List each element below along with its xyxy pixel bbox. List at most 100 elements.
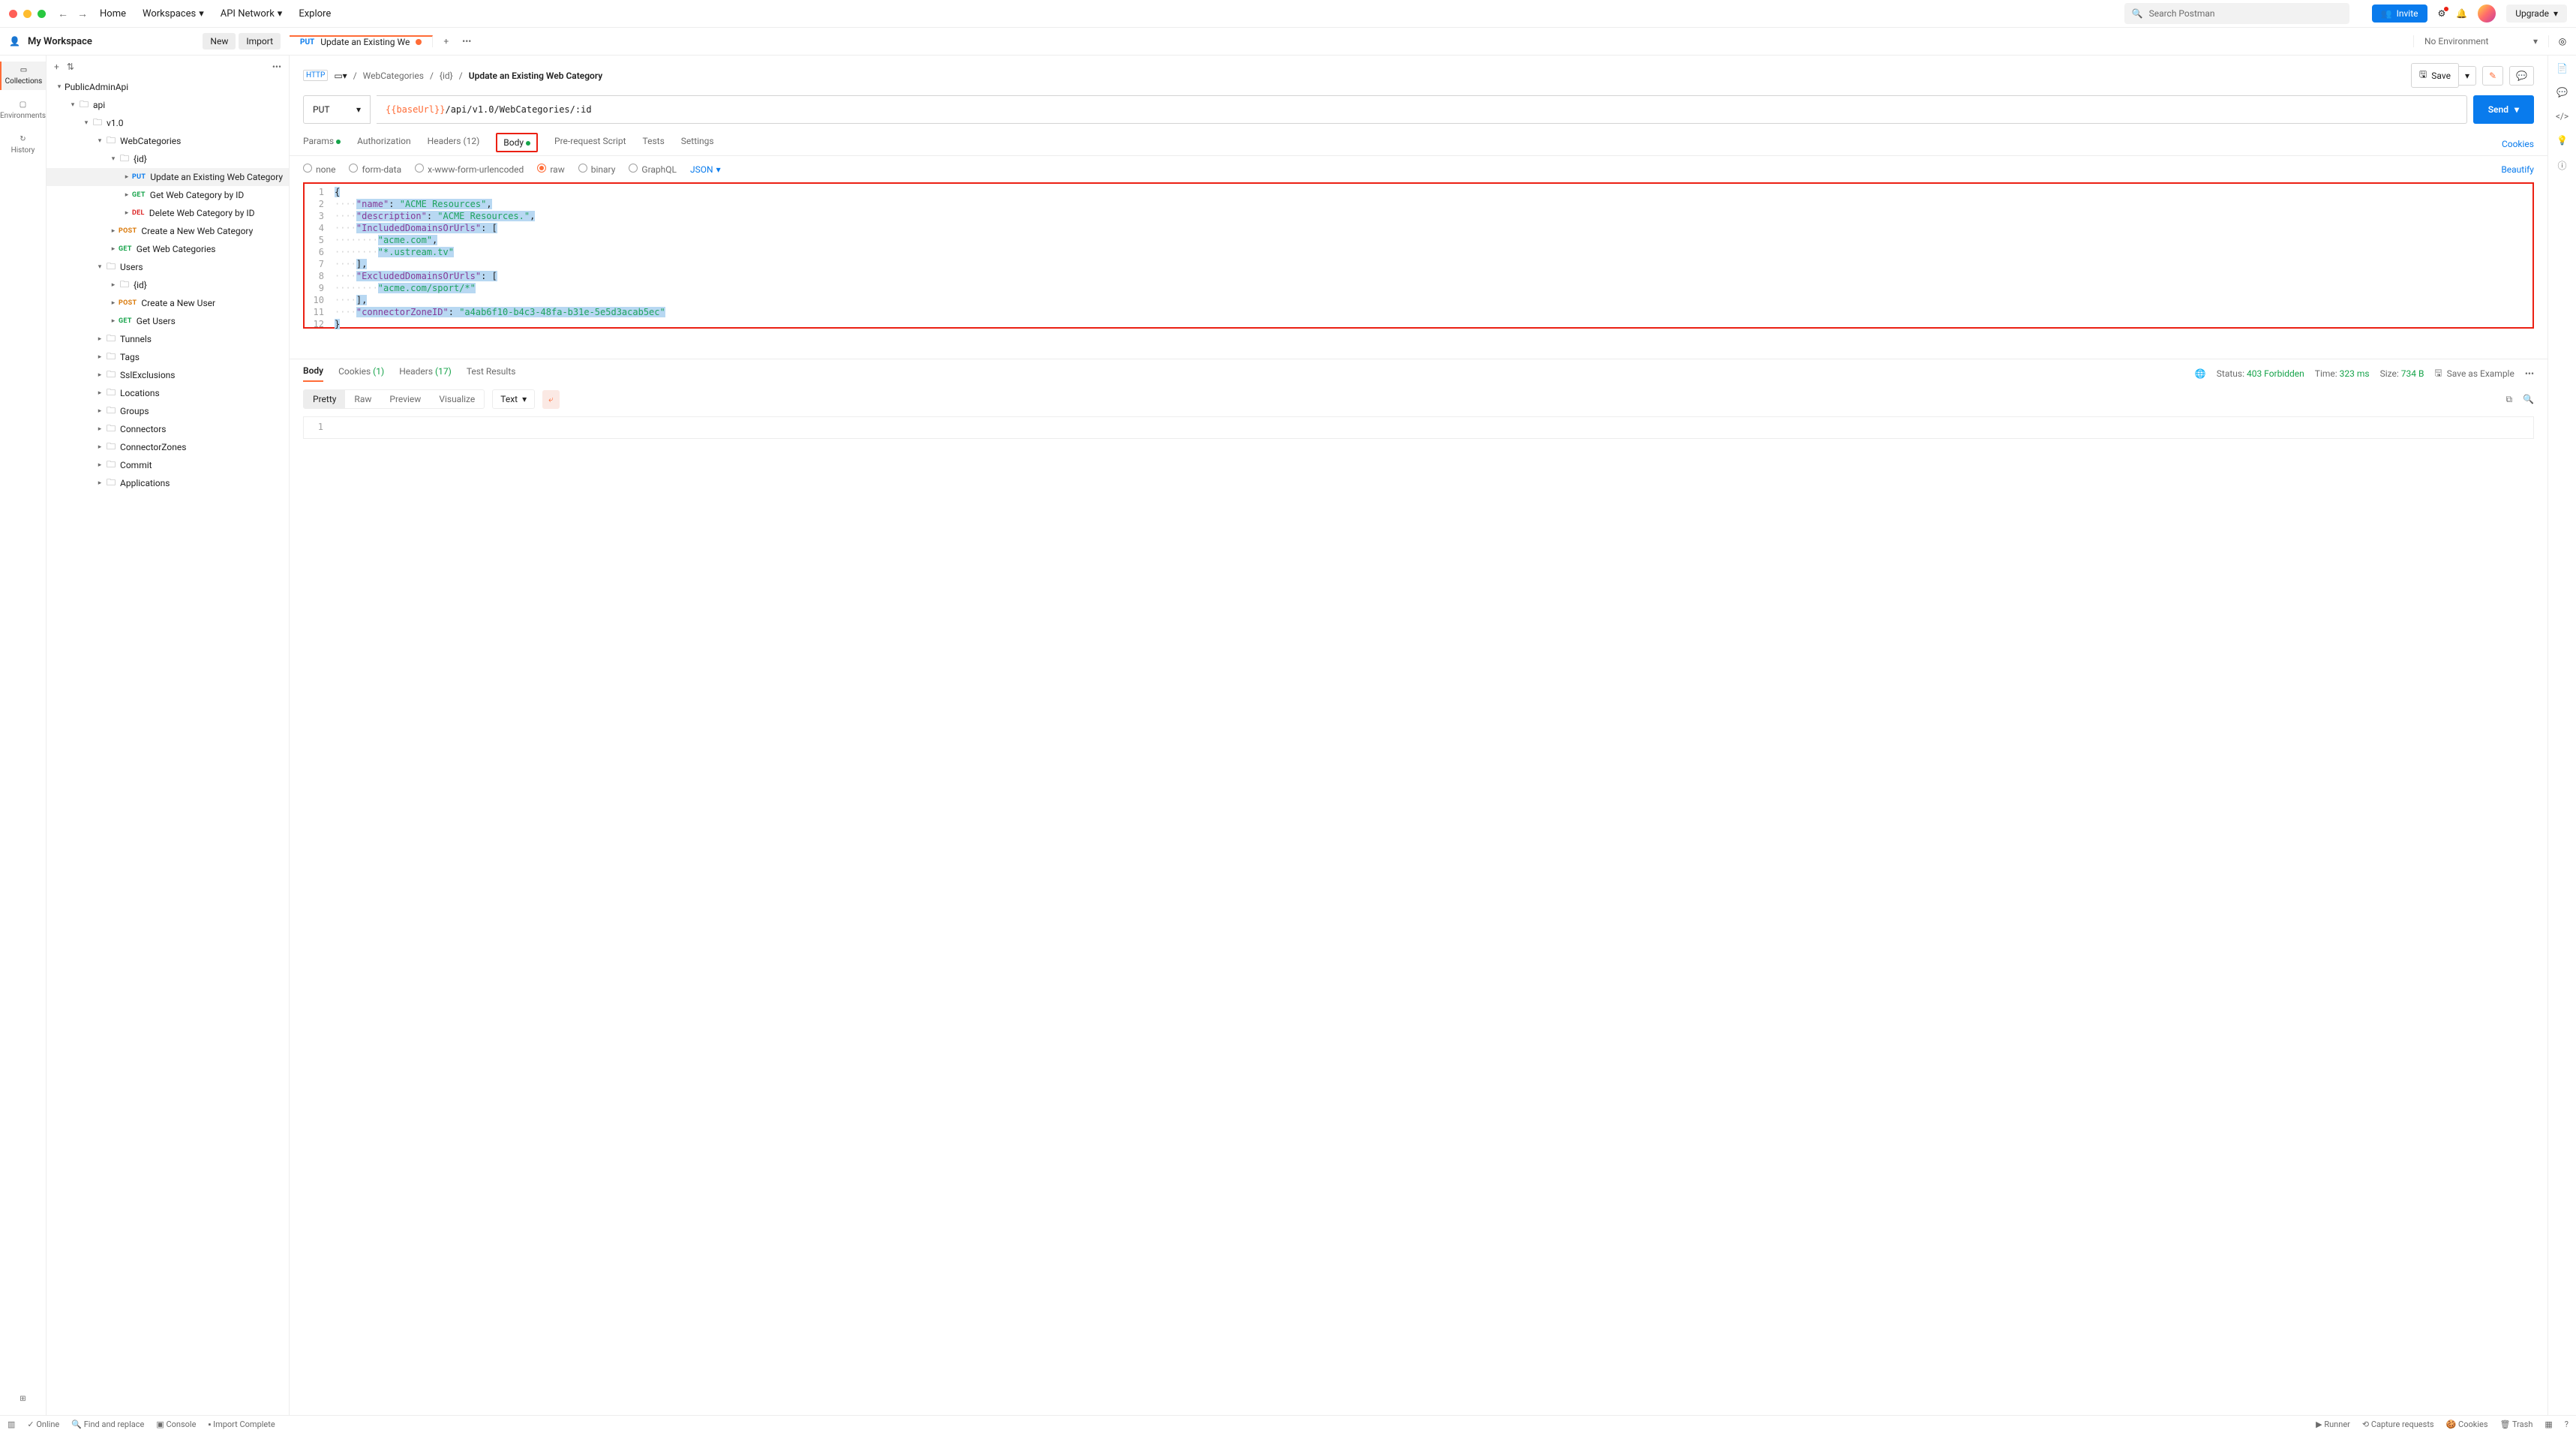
tree-request-get[interactable]: ▸GETGet Web Category by ID — [47, 186, 289, 204]
wrap-lines-button[interactable]: ⤶ — [542, 390, 560, 409]
import-button[interactable]: Import — [239, 33, 281, 50]
sidebar-toggle[interactable]: ▥ — [8, 1419, 15, 1429]
tree-request-put[interactable]: ▸PUTUpdate an Existing Web Category — [47, 168, 289, 186]
tree-folder[interactable]: ▾🗀WebCategories — [47, 132, 289, 150]
tree-folder[interactable]: ▸🗀Locations — [47, 384, 289, 402]
avatar[interactable] — [2478, 5, 2496, 23]
upgrade-button[interactable]: Upgrade ▾ — [2506, 5, 2567, 23]
two-pane-icon[interactable]: ▦ — [2544, 1419, 2552, 1429]
tree-folder[interactable]: ▾🗀{id} — [47, 150, 289, 168]
lightbulb-icon[interactable]: 💡 — [2556, 135, 2568, 146]
tab-params[interactable]: Params — [303, 136, 341, 152]
cookies-link[interactable]: Cookies — [2502, 139, 2534, 149]
tree-request-get[interactable]: ▸GETGet Users — [47, 312, 289, 330]
view-visualize[interactable]: Visualize — [430, 390, 484, 408]
rail-configure[interactable]: ⊞ — [0, 1390, 46, 1407]
globe-icon[interactable]: 🌐 — [2195, 368, 2206, 379]
nav-workspaces[interactable]: Workspaces ▾ — [143, 8, 204, 20]
tab-prerequest[interactable]: Pre-request Script — [554, 136, 626, 152]
beautify-button[interactable]: Beautify — [2501, 164, 2534, 175]
minimize-window[interactable] — [23, 10, 32, 18]
help-icon[interactable]: ? — [2565, 1419, 2568, 1429]
more-icon[interactable]: ••• — [2525, 368, 2534, 379]
body-none[interactable]: none — [303, 164, 335, 175]
copy-icon[interactable]: ⧉ — [2505, 394, 2512, 405]
tree-folder[interactable]: ▾🗀api — [47, 96, 289, 114]
method-select[interactable]: PUT ▾ — [303, 95, 371, 124]
nav-home[interactable]: Home — [100, 8, 126, 20]
view-raw[interactable]: Raw — [345, 390, 380, 408]
body-xwww[interactable]: x-www-form-urlencoded — [415, 164, 524, 175]
body-raw[interactable]: raw — [537, 164, 564, 175]
info-icon[interactable]: ⓘ — [2557, 159, 2566, 172]
edit-button[interactable]: ✎ — [2482, 66, 2503, 86]
environment-select[interactable]: No Environment ▾ — [2413, 35, 2548, 47]
response-body[interactable]: 1 — [303, 416, 2534, 439]
rail-history[interactable]: ↻ History — [0, 131, 46, 159]
tree-folder[interactable]: ▸🗀{id} — [47, 276, 289, 294]
tree-folder[interactable]: ▾🗀Users — [47, 258, 289, 276]
send-button[interactable]: Send ▾ — [2473, 95, 2534, 124]
tree-folder[interactable]: ▸🗀Groups — [47, 402, 289, 420]
body-binary[interactable]: binary — [578, 164, 616, 175]
invite-button[interactable]: 👥 Invite — [2372, 5, 2427, 23]
tab-options[interactable]: ••• — [462, 36, 471, 47]
bell-icon[interactable]: 🔔 — [2456, 8, 2467, 19]
request-tab[interactable]: PUT Update an Existing We — [290, 35, 433, 47]
rail-environments[interactable]: ▢ Environments — [0, 96, 46, 125]
save-options[interactable]: ▾ — [2459, 66, 2476, 86]
settings-button[interactable]: ⚙ — [2438, 8, 2446, 19]
response-format-select[interactable]: Text▾ — [492, 389, 535, 409]
tree-folder[interactable]: ▸🗀SslExclusions — [47, 366, 289, 384]
sidebar-more[interactable]: ••• — [272, 62, 281, 72]
resp-tab-tests[interactable]: Test Results — [467, 366, 516, 381]
status-capture[interactable]: ⟲ Capture requests — [2362, 1419, 2434, 1429]
body-graphql[interactable]: GraphQL — [629, 164, 677, 175]
nav-forward-icon[interactable]: → — [77, 8, 88, 20]
add-button[interactable]: + — [54, 62, 59, 72]
status-cookies[interactable]: 🍪 Cookies — [2446, 1419, 2488, 1429]
close-window[interactable] — [9, 10, 17, 18]
status-runner[interactable]: ▶ Runner — [2316, 1419, 2350, 1429]
save-example-button[interactable]: 🖫Save as Example — [2434, 366, 2514, 382]
tab-settings[interactable]: Settings — [681, 136, 714, 152]
tab-headers[interactable]: Headers (12) — [428, 136, 480, 152]
tree-folder[interactable]: ▸🗀Commit — [47, 456, 289, 474]
tree-folder[interactable]: ▸🗀Connectors — [47, 420, 289, 438]
resp-tab-headers[interactable]: Headers (17) — [399, 366, 452, 381]
status-console[interactable]: ▣ Console — [156, 1419, 196, 1429]
nav-explore[interactable]: Explore — [299, 8, 331, 20]
tree-request-post[interactable]: ▸POSTCreate a New Web Category — [47, 222, 289, 240]
docs-icon[interactable]: 📄 — [2556, 63, 2568, 74]
tree-folder[interactable]: ▸🗀ConnectorZones — [47, 438, 289, 456]
crumb-item[interactable]: {id} — [440, 71, 453, 81]
status-find[interactable]: 🔍 Find and replace — [71, 1419, 144, 1429]
maximize-window[interactable] — [38, 10, 46, 18]
body-language-select[interactable]: JSON ▾ — [690, 164, 721, 175]
view-pretty[interactable]: Pretty — [304, 390, 345, 408]
comment-button[interactable]: 💬 — [2509, 66, 2534, 86]
environment-quicklook[interactable]: ◎ — [2548, 35, 2576, 47]
nav-api-network[interactable]: API Network ▾ — [221, 8, 283, 20]
tree-request-get[interactable]: ▸GETGet Web Categories — [47, 240, 289, 258]
nav-back-icon[interactable]: ← — [58, 8, 68, 20]
tree-folder[interactable]: ▸🗀Applications — [47, 474, 289, 492]
search-icon[interactable]: 🔍 — [2523, 394, 2534, 405]
tree-request-post[interactable]: ▸POSTCreate a New User — [47, 294, 289, 312]
body-formdata[interactable]: form-data — [349, 164, 401, 175]
url-input[interactable]: {{baseUrl}}/api/v1.0/WebCategories/:id — [377, 95, 2467, 124]
filter-icon[interactable]: ⇅ — [67, 62, 74, 72]
tree-folder[interactable]: ▸🗀Tunnels — [47, 330, 289, 348]
comments-icon[interactable]: 💬 — [2556, 87, 2568, 98]
tab-authorization[interactable]: Authorization — [357, 136, 411, 152]
resp-tab-cookies[interactable]: Cookies (1) — [338, 366, 384, 381]
workspace-name[interactable]: My Workspace — [28, 36, 92, 47]
status-online[interactable]: ✓ Online — [27, 1419, 59, 1429]
resp-tab-body[interactable]: Body — [303, 365, 323, 382]
new-tab-button[interactable]: + — [443, 36, 449, 47]
code-icon[interactable]: </> — [2556, 111, 2568, 122]
view-preview[interactable]: Preview — [380, 390, 430, 408]
window-controls[interactable] — [9, 10, 46, 18]
body-editor[interactable]: 123456789101112 { ····"name": "ACME Reso… — [303, 182, 2534, 329]
search-input[interactable]: 🔍 Search Postman — [2124, 3, 2349, 24]
